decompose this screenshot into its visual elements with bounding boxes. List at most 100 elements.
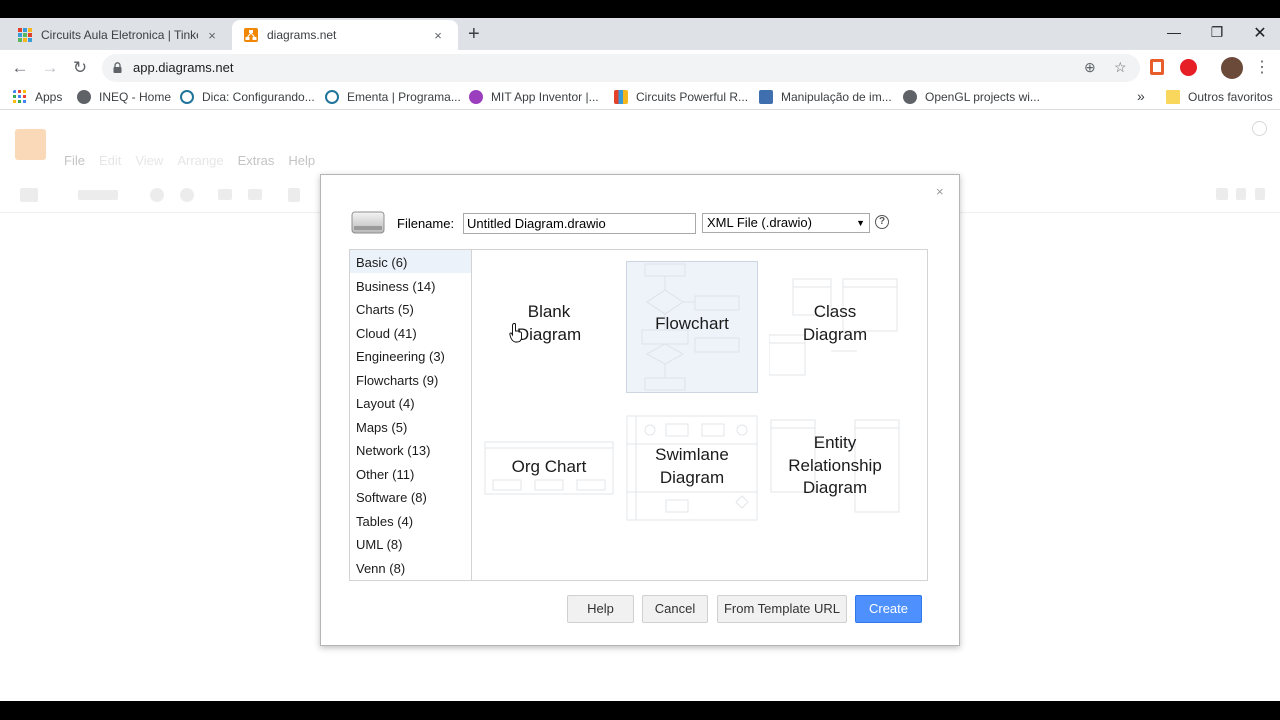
category-charts[interactable]: Charts (5)	[350, 297, 471, 320]
file-format-value: XML File (.drawio)	[707, 215, 812, 230]
language-globe-icon[interactable]	[1252, 121, 1267, 136]
drawio-logo-icon	[15, 129, 46, 160]
category-flowcharts[interactable]: Flowcharts (9)	[350, 368, 471, 391]
category-software[interactable]: Software (8)	[350, 485, 471, 508]
file-format-select[interactable]: XML File (.drawio) ▼	[702, 213, 870, 233]
template-label-line1: Class	[813, 302, 857, 321]
globe-icon	[903, 90, 917, 104]
hand-cursor-icon	[509, 323, 522, 343]
template-label-line2: Diagram	[516, 324, 582, 344]
collapse-icon	[1255, 188, 1265, 200]
apps-grid-icon	[13, 90, 26, 103]
template-org-chart[interactable]: Org Chart	[483, 404, 615, 536]
minimize-icon[interactable]: —	[1164, 24, 1184, 40]
category-uml[interactable]: UML (8)	[350, 532, 471, 555]
bookmark-label: INEQ - Home	[99, 90, 172, 104]
category-venn[interactable]: Venn (8)	[350, 556, 471, 579]
chrome-menu-icon[interactable]: ⋮	[1252, 58, 1272, 78]
bookmark-ineq[interactable]: INEQ - Home	[77, 90, 171, 104]
bookmark-dica[interactable]: Dica: Configurando...	[180, 90, 315, 104]
filename-label: Filename:	[397, 216, 455, 231]
bookmark-opengl[interactable]: OpenGL projects wi...	[903, 90, 1040, 104]
template-class-diagram[interactable]: Class Diagram	[769, 261, 901, 393]
bottom-black-bar	[0, 701, 1280, 720]
bookmark-other-folder[interactable]: Outros favoritos	[1166, 90, 1273, 104]
category-list: Basic (6) Business (14) Charts (5) Cloud…	[350, 250, 472, 580]
help-button[interactable]: Help	[567, 595, 634, 623]
bookmark-apps[interactable]: Apps	[13, 90, 62, 104]
bookmark-label: Ementa | Programa...	[347, 90, 461, 104]
tab-title: diagrams.net	[267, 28, 337, 42]
category-maps[interactable]: Maps (5)	[350, 415, 471, 438]
bookmark-label: MIT App Inventor |...	[491, 90, 599, 104]
profile-avatar[interactable]	[1221, 57, 1243, 79]
fullscreen-icon	[1216, 188, 1228, 200]
reload-icon[interactable]: ↻	[70, 58, 90, 78]
template-label-line2: Diagram	[802, 324, 868, 344]
restore-icon[interactable]: ❐	[1207, 24, 1227, 41]
opera-extension-icon[interactable]	[1180, 59, 1197, 76]
delete-icon	[288, 188, 300, 202]
template-swimlane-diagram[interactable]: Swimlane Diagram	[626, 404, 758, 536]
help-icon[interactable]: ?	[875, 215, 889, 229]
cancel-button[interactable]: Cancel	[642, 595, 708, 623]
category-network[interactable]: Network (13)	[350, 438, 471, 461]
tab-close-icon[interactable]: ×	[430, 28, 446, 43]
wordpress-icon	[180, 90, 194, 104]
bookmark-app-inventor[interactable]: MIT App Inventor |...	[469, 90, 599, 104]
category-other[interactable]: Other (11)	[350, 462, 471, 485]
lock-icon	[113, 62, 122, 73]
window-close-icon[interactable]: ✕	[1250, 23, 1270, 43]
tab-diagrams[interactable]: diagrams.net ×	[232, 20, 458, 50]
panel-toggle-icon	[1236, 188, 1246, 200]
template-label-line2: Diagram	[659, 467, 725, 487]
address-bar[interactable]: app.diagrams.net ⊕ ☆	[102, 54, 1140, 82]
dialog-close-icon[interactable]: ×	[936, 184, 944, 199]
bookmark-label: Circuits Powerful R...	[636, 90, 749, 104]
bookmark-manipulacao[interactable]: Manipulação de im...	[759, 90, 892, 104]
browser-toolbar: ← → ↻ app.diagrams.net ⊕ ☆ ⋮	[0, 50, 1280, 86]
tab-tinkercad[interactable]: Circuits Aula Eletronica | Tinkerca ×	[6, 20, 232, 50]
template-blank-diagram[interactable]: Blank Diagram	[483, 261, 615, 393]
from-template-url-button[interactable]: From Template URL	[717, 595, 847, 623]
app-inventor-icon	[469, 90, 483, 104]
tinkercad-favicon-icon	[18, 28, 32, 42]
template-grid: Blank Diagram Flowchart Class Diagram Or…	[472, 250, 927, 580]
menu-file[interactable]: File	[64, 153, 85, 168]
category-basic[interactable]: Basic (6)	[350, 250, 471, 273]
template-er-diagram[interactable]: Entity Relationship Diagram	[769, 404, 901, 536]
template-panel: Basic (6) Business (14) Charts (5) Cloud…	[349, 249, 928, 581]
redo-icon	[248, 189, 262, 200]
category-business[interactable]: Business (14)	[350, 274, 471, 297]
back-icon[interactable]: ←	[10, 58, 30, 78]
wordpress-icon	[325, 90, 339, 104]
add-site-icon[interactable]: ⊕	[1084, 59, 1096, 76]
category-layout[interactable]: Layout (4)	[350, 391, 471, 414]
new-tab-button[interactable]: +	[468, 22, 480, 46]
menu-arrange[interactable]: Arrange	[177, 153, 223, 168]
category-cloud[interactable]: Cloud (41)	[350, 321, 471, 344]
globe-icon	[77, 90, 91, 104]
create-button[interactable]: Create	[855, 595, 922, 623]
bookmark-ementa[interactable]: Ementa | Programa...	[325, 90, 461, 104]
category-engineering[interactable]: Engineering (3)	[350, 344, 471, 367]
template-label-line1: Swimlane	[655, 445, 729, 464]
filename-input[interactable]	[463, 213, 696, 234]
app-menubar: File Edit View Arrange Extras Help	[64, 153, 315, 168]
category-tables[interactable]: Tables (4)	[350, 509, 471, 532]
menu-extras[interactable]: Extras	[238, 153, 275, 168]
tab-close-icon[interactable]: ×	[204, 28, 220, 43]
menu-edit[interactable]: Edit	[99, 153, 121, 168]
bookmark-circuits[interactable]: Circuits Powerful R...	[614, 90, 748, 104]
tinkercad-icon	[614, 90, 628, 104]
template-flowchart[interactable]: Flowchart	[626, 261, 758, 393]
menu-view[interactable]: View	[135, 153, 163, 168]
forward-icon[interactable]: →	[40, 58, 60, 78]
office-extension-icon[interactable]	[1150, 59, 1164, 75]
format-panel-icon	[20, 188, 38, 202]
zoom-level-field	[78, 190, 118, 200]
menu-help[interactable]: Help	[288, 153, 315, 168]
bookmark-star-icon[interactable]: ☆	[1114, 59, 1127, 76]
bookmarks-overflow-button[interactable]: »	[1137, 88, 1145, 104]
bookmarks-bar: Apps INEQ - Home Dica: Configurando... E…	[0, 86, 1280, 110]
